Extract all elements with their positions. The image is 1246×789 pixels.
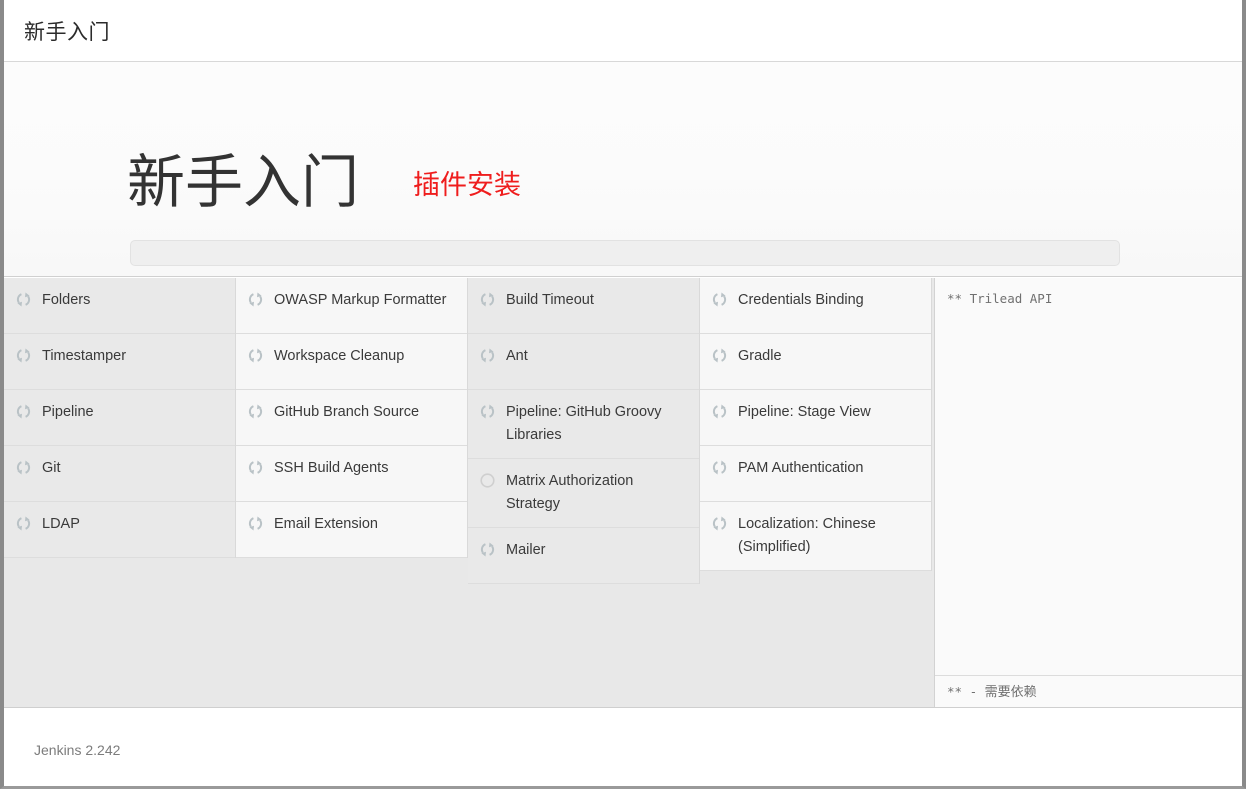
spinner-icon bbox=[710, 514, 729, 533]
plugin-install-item: Timestamper bbox=[4, 334, 235, 390]
plugin-install-item: GitHub Branch Source bbox=[236, 390, 467, 446]
setup-wizard-panel: 新手入门 插件安装 bbox=[4, 62, 1242, 277]
plugin-name-label: Timestamper bbox=[42, 348, 127, 364]
spinner-icon bbox=[14, 346, 33, 365]
plugin-name-label: LDAP bbox=[42, 516, 80, 532]
plugin-name-label: Credentials Binding bbox=[738, 292, 864, 308]
spinner-icon bbox=[246, 514, 265, 533]
plugin-name-label: Localization: Chinese (Simplified) bbox=[738, 516, 876, 555]
plugin-column: Build Timeout Ant Pipeline: GitHub Groovy … bbox=[468, 278, 700, 584]
pending-circle-icon bbox=[478, 471, 497, 490]
window-titlebar: 新手入门 bbox=[4, 0, 1242, 62]
install-log-panel: ** Trilead API ** - 需要依赖 bbox=[934, 278, 1242, 707]
plugin-column: Credentials Binding Gradle Pipeline: Stage… bbox=[700, 278, 932, 571]
plugin-install-item: Email Extension bbox=[236, 502, 467, 558]
spinner-icon bbox=[14, 402, 33, 421]
spinner-icon bbox=[14, 514, 33, 533]
plugin-install-item: OWASP Markup Formatter bbox=[236, 278, 467, 334]
plugin-install-item: Workspace Cleanup bbox=[236, 334, 467, 390]
plugin-install-item: Credentials Binding bbox=[700, 278, 931, 334]
plugin-name-label: Git bbox=[42, 460, 61, 476]
plugin-name-label: Mailer bbox=[506, 542, 546, 558]
spinner-icon bbox=[478, 402, 497, 421]
plugin-install-item: Pipeline: GitHub Groovy Libraries bbox=[468, 390, 699, 459]
spinner-icon bbox=[246, 290, 265, 309]
install-log-output[interactable]: ** Trilead API bbox=[935, 278, 1242, 676]
plugin-name-label: Pipeline bbox=[42, 404, 94, 420]
install-log-line: ** Trilead API bbox=[947, 291, 1053, 306]
spinner-icon bbox=[246, 458, 265, 477]
plugin-install-item: SSH Build Agents bbox=[236, 446, 467, 502]
plugin-name-label: GitHub Branch Source bbox=[274, 404, 420, 420]
plugin-install-item: Pipeline: Stage View bbox=[700, 390, 931, 446]
spinner-icon bbox=[246, 346, 265, 365]
footnote-marker: ** - bbox=[947, 684, 985, 699]
plugin-name-label: Pipeline: GitHub Groovy Libraries bbox=[506, 404, 662, 443]
page-footer: Jenkins 2.242 bbox=[4, 708, 1242, 786]
plugin-install-item: Pipeline bbox=[4, 390, 235, 446]
spinner-icon bbox=[14, 290, 33, 309]
page-title: 新手入门 bbox=[127, 150, 360, 215]
spinner-icon bbox=[710, 458, 729, 477]
spinner-icon bbox=[710, 402, 729, 421]
spinner-icon bbox=[478, 346, 497, 365]
plugin-column: OWASP Markup Formatter Workspace Cleanup G… bbox=[236, 278, 468, 558]
plugin-install-body: Folders Timestamper Pipeline Git LDAP OWASP M… bbox=[4, 278, 1242, 708]
jenkins-version-label: Jenkins 2.242 bbox=[34, 742, 121, 758]
plugin-install-item: Ant bbox=[468, 334, 699, 390]
spinner-icon bbox=[246, 402, 265, 421]
install-progress-bar bbox=[130, 240, 1120, 266]
plugin-install-item: PAM Authentication bbox=[700, 446, 931, 502]
spinner-icon bbox=[710, 346, 729, 365]
plugin-install-item: Git bbox=[4, 446, 235, 502]
plugin-install-item: Gradle bbox=[700, 334, 931, 390]
footnote-text: 需要依赖 bbox=[984, 684, 1037, 699]
plugin-name-label: Email Extension bbox=[274, 516, 378, 532]
plugin-install-item: Matrix Authorization Strategy bbox=[468, 459, 699, 528]
plugin-install-item: Mailer bbox=[468, 528, 699, 584]
plugin-grid: Folders Timestamper Pipeline Git LDAP OWASP M… bbox=[4, 278, 934, 584]
plugin-name-label: Build Timeout bbox=[506, 292, 594, 308]
spinner-icon bbox=[478, 540, 497, 559]
plugin-name-label: OWASP Markup Formatter bbox=[274, 292, 447, 308]
install-log-footnote: ** - 需要依赖 bbox=[935, 676, 1242, 707]
plugin-install-item: Folders bbox=[4, 278, 235, 334]
window-title-label: 新手入门 bbox=[24, 21, 110, 44]
plugin-name-label: Workspace Cleanup bbox=[274, 348, 405, 364]
plugin-name-label: Matrix Authorization Strategy bbox=[506, 473, 634, 512]
spinner-icon bbox=[478, 290, 497, 309]
wizard-heading-row: 新手入门 插件安装 bbox=[127, 154, 521, 212]
plugin-name-label: PAM Authentication bbox=[738, 460, 864, 476]
plugin-install-item: LDAP bbox=[4, 502, 235, 558]
plugin-install-item: Localization: Chinese (Simplified) bbox=[700, 502, 931, 571]
spinner-icon bbox=[14, 458, 33, 477]
plugin-install-item: Build Timeout bbox=[468, 278, 699, 334]
plugin-name-label: Folders bbox=[42, 292, 91, 308]
plugin-name-label: Pipeline: Stage View bbox=[738, 404, 871, 420]
spinner-icon bbox=[710, 290, 729, 309]
plugin-column: Folders Timestamper Pipeline Git LDAP bbox=[4, 278, 236, 558]
plugin-name-label: Gradle bbox=[738, 348, 782, 364]
browser-window-frame: 新手入门 新手入门 插件安装 Folders Timestamper Pipelin… bbox=[0, 0, 1246, 789]
plugin-name-label: SSH Build Agents bbox=[274, 460, 389, 476]
page-subtitle: 插件安装 bbox=[413, 170, 522, 200]
plugin-name-label: Ant bbox=[506, 348, 528, 364]
